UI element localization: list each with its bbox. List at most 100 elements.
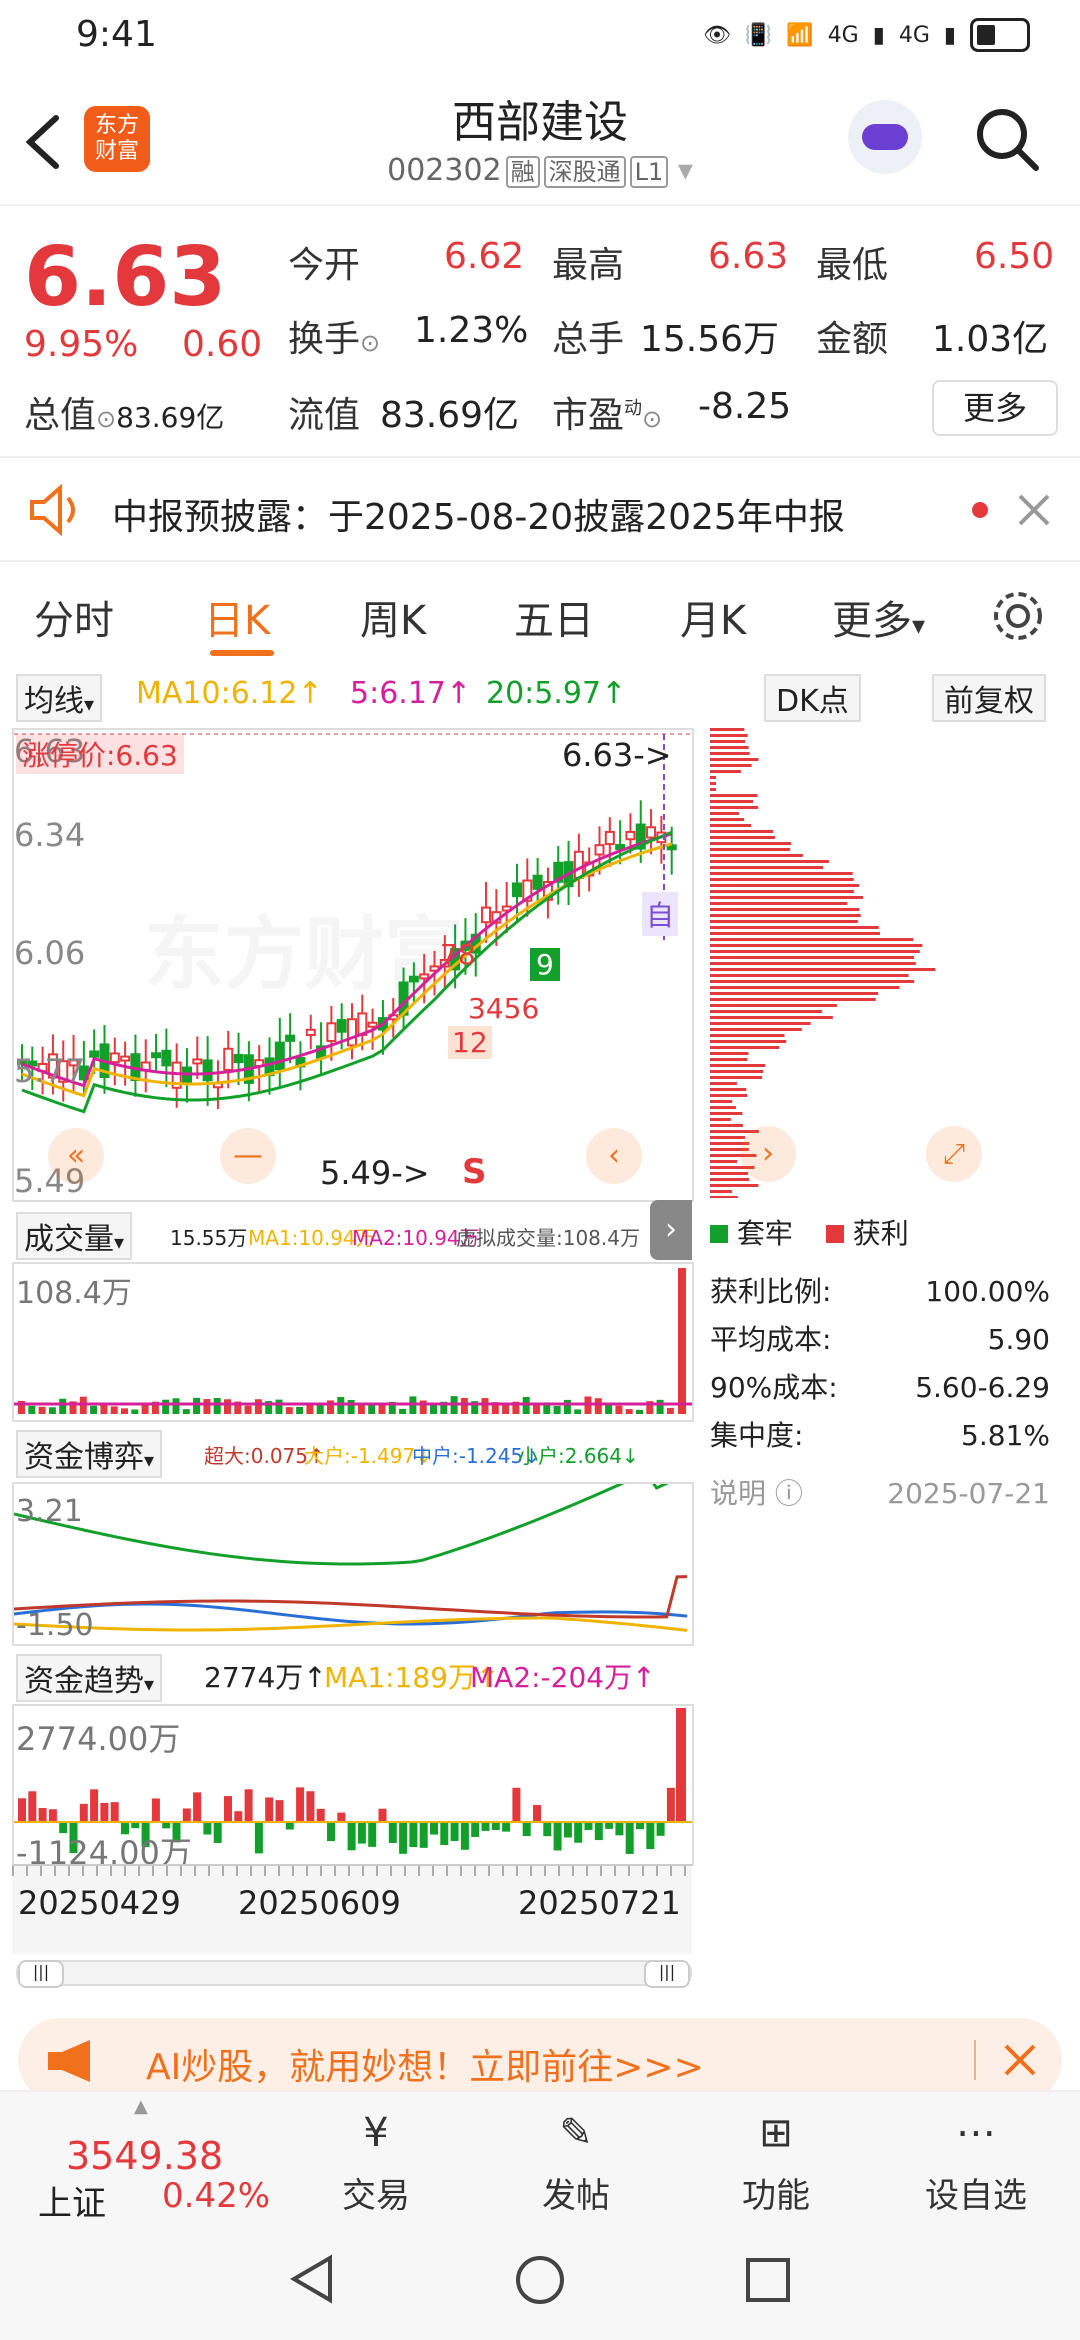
trend-bar [110,1802,119,1822]
chip-bar [710,896,864,899]
search-icon[interactable] [972,104,1042,174]
trend-bar [265,1797,274,1822]
volume-bar [90,1405,98,1414]
seq-marker-9: 9 [530,948,560,981]
low-label: 最低 [816,245,889,286]
candle [347,1018,357,1047]
info-icon[interactable]: ⊙ [96,405,116,433]
dropdown-icon[interactable]: ▾ [678,153,693,188]
trend-bar [584,1822,593,1831]
collapse-panel-button[interactable]: › [650,1200,692,1260]
index-name[interactable]: 上证 [38,2176,106,2225]
adjust-button[interactable]: 前复权 [932,674,1046,722]
fund-trend-ma2: MA2:-204万↑ [470,1661,656,1694]
small-holder-line [13,1470,688,1566]
tab-more[interactable]: 更多▾ [832,588,925,646]
kline-chart[interactable]: 东方财富 6.63 涨停价:6.63 6.34 6.06 5.77 5.49 6… [12,728,694,1202]
chip-row-label: 获利比例: [710,1275,832,1308]
index-pct[interactable]: 0.42% [162,2176,270,2216]
expand-icon[interactable]: ⤢ [926,1126,982,1182]
nav-function[interactable]: ⊞ 功能 [696,2110,856,2217]
fund-game-chart[interactable]: 3.21 -1.50 [12,1470,694,1646]
volume-bar [347,1399,355,1414]
tab-weekly[interactable]: 周K [360,588,426,646]
indicator-selector[interactable]: 均线▾ [16,674,103,722]
index-value[interactable]: 3549.38 [66,2134,223,2178]
fund-game-selector[interactable]: 资金博弈▾ [16,1430,163,1478]
recents-square-icon[interactable] [744,2256,792,2304]
chip-bar [710,1100,733,1103]
volume-chart[interactable]: 108.4万 [12,1262,694,1422]
range-slider[interactable]: ||| ||| [16,1960,692,1988]
info-icon[interactable]: ⊙ [360,329,380,357]
settings-gear-icon[interactable] [990,588,1046,644]
fund-game-selector-label: 资金博弈 [24,1440,144,1475]
trend-bar [90,1789,99,1822]
chip-bar [710,1010,822,1013]
tab-monthly[interactable]: 月K [680,588,746,646]
slider-handle-left[interactable]: ||| [18,1960,64,1988]
volume-bar [553,1405,561,1414]
signal-icon-2: ▮ [943,22,956,48]
chip-bar [710,740,746,743]
chip-bar [710,1112,743,1115]
fund-trend-selector[interactable]: 资金趋势▾ [16,1654,163,1702]
volume-bar [594,1398,602,1414]
tab-five-day[interactable]: 五日 [514,588,594,646]
back-triangle-icon[interactable] [286,2254,336,2304]
volume-selector[interactable]: 成交量▾ [16,1212,133,1260]
megaphone-icon [48,2040,90,2082]
trend-bar [553,1822,562,1851]
step-right-button[interactable]: › [740,1126,796,1182]
more-button[interactable]: 更多 [932,380,1058,436]
trend-bar [450,1822,459,1841]
assistant-avatar[interactable] [848,100,922,174]
nav-post[interactable]: ✎ 发帖 [496,2110,656,2217]
info-icon[interactable]: ⊙ [642,405,662,433]
close-icon[interactable] [1016,492,1052,528]
float-value: 83.69亿 [380,395,520,436]
trend-bar [440,1822,449,1845]
tab-daily[interactable]: 日K [204,588,270,646]
home-circle-icon[interactable] [514,2254,566,2306]
dk-point-button[interactable]: DK点 [764,674,861,722]
chip-bar [710,1070,764,1073]
trend-bar [491,1822,500,1831]
candle [151,1052,162,1059]
chip-distribution[interactable]: › ⤢ [710,728,1050,1199]
amount-label: 金额 [816,319,889,360]
volume-bar [162,1399,170,1414]
fund-trend-chart[interactable]: 2774.00万 -1124.00万 [12,1704,694,1872]
notice-bar[interactable]: 中报预披露：于2025-08-20披露2025年中报 [0,460,1080,562]
scroll-left-button[interactable]: « [48,1128,104,1184]
trend-bar [28,1791,37,1822]
volume-max-label: 108.4万 [16,1276,132,1311]
chip-bar [710,884,860,887]
chip-bar [710,1094,748,1097]
chip-note[interactable]: 说明 ⓘ [710,1470,803,1518]
trend-bar [656,1822,665,1836]
seq-marker-12: 12 [448,1026,492,1059]
candle [646,826,657,839]
chip-bar [710,980,915,983]
seq-4: 4 [485,992,504,1025]
legend-loss: 套牢 [736,1217,793,1250]
zoom-out-button[interactable]: — [220,1128,276,1184]
chip-bar [710,962,916,965]
trend-bar-today [676,1708,686,1822]
banner-close-icon[interactable] [1002,2042,1038,2078]
low-value: 6.50 [974,236,1055,277]
candle [89,1050,100,1058]
tab-intraday[interactable]: 分时 [34,588,114,646]
chip-bar [710,1088,747,1091]
slider-handle-right[interactable]: ||| [644,1960,690,1988]
nav-watchlist[interactable]: ⋯ 设自选 [896,2110,1056,2217]
wifi-icon: 📶 [786,22,814,48]
caret-down-icon: ▾ [144,1672,155,1696]
step-left-button[interactable]: ‹ [586,1128,642,1184]
chip-date: 2025-07-21 [887,1477,1050,1510]
ma5-value: 5:6.17↑ [350,676,472,711]
edit-icon: ✎ [559,2110,593,2156]
nav-trade[interactable]: ¥ 交易 [296,2110,456,2217]
trend-bar [234,1811,243,1822]
